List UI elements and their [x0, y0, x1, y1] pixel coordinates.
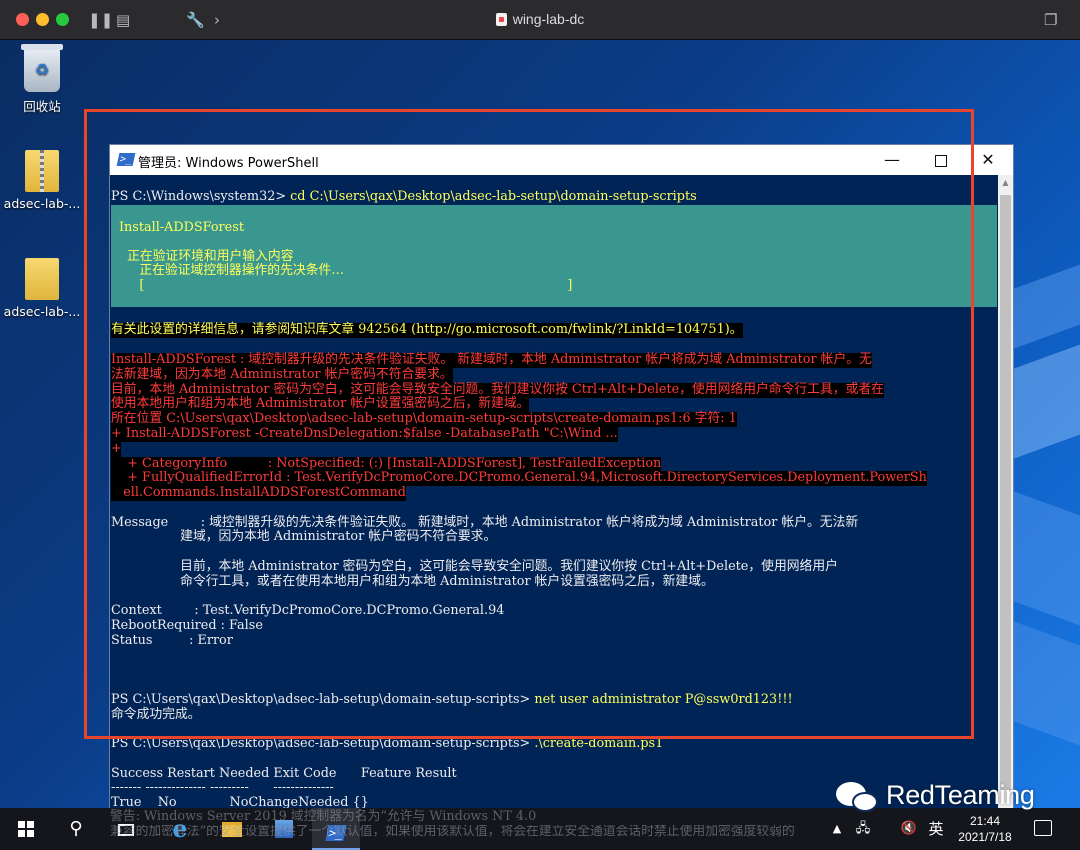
console-overlay-line: 警告: Windows Server 2019 域控制器为名为“允许与 Wind…	[110, 809, 537, 824]
minimize-button[interactable]: —	[868, 145, 916, 175]
wallpaper-light	[1010, 326, 1080, 460]
console-overlay-line: 兼容的加密算法”的安全设置提供了一个默认值，如果使用该默认值，将会在建立安全通道…	[110, 825, 795, 839]
windows-logo-icon	[18, 821, 34, 837]
command: .\create-domain.ps1	[534, 736, 664, 751]
desktop-icon-label: adsec-lab-...	[3, 304, 81, 319]
maximize-button[interactable]	[916, 145, 964, 175]
close-button[interactable]: ✕	[964, 145, 1012, 175]
context-line: Context : Test.VerifyDcPromoCore.DCPromo…	[111, 603, 505, 618]
scrollbar-thumb[interactable]	[1000, 195, 1011, 790]
vertical-scrollbar[interactable]: ▲	[998, 175, 1013, 845]
progress-operation: 正在验证域控制器操作的先决条件…	[119, 263, 345, 278]
error-line: + Install-ADDSForest -CreateDnsDelegatio…	[111, 426, 618, 442]
search-button[interactable]: ⚲	[52, 808, 100, 850]
wallpaper-light	[1010, 490, 1080, 644]
prompt-line: PS C:\Users\qax\Desktop\adsec-lab-setup\…	[111, 692, 793, 708]
desktop-icon-zip[interactable]: adsec-lab-...	[0, 150, 84, 211]
start-button[interactable]	[2, 808, 50, 850]
error-line: 使用本地用户和组为本地 Administrator 帐户设置强密码之后，新建域。	[111, 396, 530, 412]
progress-title: Install-ADDSForest	[119, 220, 244, 235]
prompt: PS C:\Users\qax\Desktop\adsec-lab-setup\…	[111, 692, 535, 707]
clock-date: 2021/7/18	[958, 830, 1012, 844]
restore-icon[interactable]: ❐	[1044, 10, 1057, 30]
host-title: wing-lab-dc	[0, 11, 1080, 27]
console-output[interactable]: PS C:\Windows\system32> cd C:\Users\qax\…	[110, 175, 998, 845]
volume-icon[interactable]: 🔇	[898, 808, 920, 850]
error-line: ell.Commands.InstallADDSForestCommand	[111, 485, 406, 501]
command: cd C:\Users\qax\Desktop\adsec-lab-setup\…	[290, 189, 697, 204]
network-icon[interactable]: 🖧	[852, 808, 874, 850]
input-language[interactable]: 英	[924, 808, 948, 850]
recycle-bin-icon	[21, 44, 63, 92]
error-line: 所在位置 C:\Users\qax\Desktop\adsec-lab-setu…	[111, 411, 737, 427]
error-line: + ~~~~~~~~~~~~~~~~~~~~~~~~~~~~~~~~~~~~~~…	[111, 442, 121, 457]
message-line: 目前，本地 Administrator 密码为空白，这可能会导致安全问题。我们建…	[111, 559, 838, 574]
host-title-text: wing-lab-dc	[512, 11, 585, 27]
output-line: 命令成功完成。	[111, 707, 201, 722]
clock[interactable]: 21:44 2021/7/18	[950, 813, 1020, 845]
desktop-icon-label: 回收站	[23, 99, 61, 114]
status-line: Status : Error	[111, 633, 233, 648]
search-icon: ⚲	[69, 818, 83, 839]
prompt: PS C:\Users\qax\Desktop\adsec-lab-setup\…	[111, 736, 535, 751]
powershell-titlebar[interactable]: >_ 管理员: Windows PowerShell — ✕	[110, 145, 1013, 175]
folder-icon	[25, 258, 59, 300]
error-line: + FullyQualifiedErrorId : Test.VerifyDcP…	[111, 470, 927, 486]
notification-icon[interactable]	[1034, 820, 1052, 836]
desktop-icon-label: adsec-lab-...	[3, 196, 81, 211]
host-titlebar: ❚❚ ▤ 🔧 › wing-lab-dc ❐	[0, 0, 1080, 40]
prompt: PS C:\Windows\system32>	[111, 189, 291, 204]
command: net user administrator P@ssw0rd123!!!	[534, 692, 793, 707]
progress-panel: Install-ADDSForest 正在验证环境和用户输入内容 正在验证域控制…	[111, 205, 997, 307]
zip-folder-icon	[25, 150, 59, 192]
message-line: 命令行工具，或者在使用本地用户和组为本地 Administrator 帐户设置强…	[111, 574, 714, 589]
powershell-window[interactable]: >_ 管理员: Windows PowerShell — ✕ PS C:\Win…	[109, 144, 1014, 845]
wechat-icon	[852, 792, 878, 812]
prompt-line: PS C:\Users\qax\Desktop\adsec-lab-setup\…	[111, 736, 664, 752]
warning-line: 有关此设置的详细信息，请参阅知识库文章 942564 (http://go.mi…	[111, 322, 743, 338]
table-separator: ------- -------------- --------- -------…	[111, 780, 334, 795]
desktop-icon-recycle-bin[interactable]: 回收站	[0, 44, 84, 115]
progress-bar: [ ]	[119, 278, 573, 293]
wallpaper-light	[1010, 246, 1080, 350]
watermark-text: RedTeaming	[886, 780, 1035, 810]
reboot-line: RebootRequired : False	[111, 618, 263, 633]
clock-time: 21:44	[969, 814, 1001, 828]
error-line: 法新建域，因为本地 Administrator 帐户密码不符合要求。	[111, 367, 453, 383]
prompt-line: PS C:\Windows\system32> cd C:\Users\qax\…	[111, 189, 697, 205]
error-line: Install-ADDSForest : 域控制器升级的先决条件验证失败。 新建…	[111, 352, 872, 368]
window-title: 管理员: Windows PowerShell	[138, 156, 319, 171]
vm-icon	[495, 13, 507, 26]
wallpaper-light	[1010, 620, 1080, 764]
message-line: 建域，因为本地 Administrator 帐户密码不符合要求。	[111, 529, 497, 544]
desktop-icon-folder[interactable]: adsec-lab-...	[0, 258, 84, 319]
powershell-icon: >_	[116, 153, 136, 166]
scroll-up-icon[interactable]: ▲	[998, 175, 1013, 190]
